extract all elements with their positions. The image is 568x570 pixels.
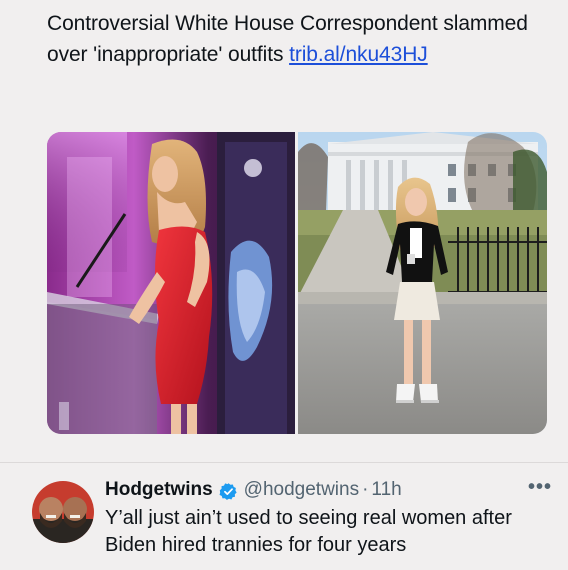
- tweet-media[interactable]: [47, 132, 547, 434]
- display-name[interactable]: Hodgetwins: [105, 478, 213, 502]
- tweet-body-text: Controversial White House Correspondent …: [47, 12, 528, 66]
- reply-tweet[interactable]: Hodgetwins @hodgetwins · 11h ••• Y’all j…: [0, 463, 568, 570]
- avatar-image: [32, 481, 94, 543]
- timestamp[interactable]: 11h: [371, 478, 401, 502]
- speaker-at-podium-photo[interactable]: [47, 132, 295, 434]
- woman-outside-white-house-image: [298, 132, 547, 434]
- reply-header: Hodgetwins @hodgetwins · 11h: [105, 478, 402, 502]
- avatar[interactable]: [32, 481, 94, 543]
- reply-text: Y’all just ain’t used to seeing real wom…: [105, 507, 512, 556]
- speaker-at-podium-image: [47, 132, 295, 434]
- tweet-link[interactable]: trib.al/nku43HJ: [289, 43, 428, 66]
- separator-dot: ·: [362, 479, 369, 500]
- more-options-icon[interactable]: •••: [528, 477, 552, 497]
- tweet-text: Controversial White House Correspondent …: [47, 8, 547, 70]
- handle[interactable]: @hodgetwins: [244, 478, 359, 502]
- verified-badge-icon: [219, 482, 238, 501]
- white-house-photo[interactable]: [298, 132, 547, 434]
